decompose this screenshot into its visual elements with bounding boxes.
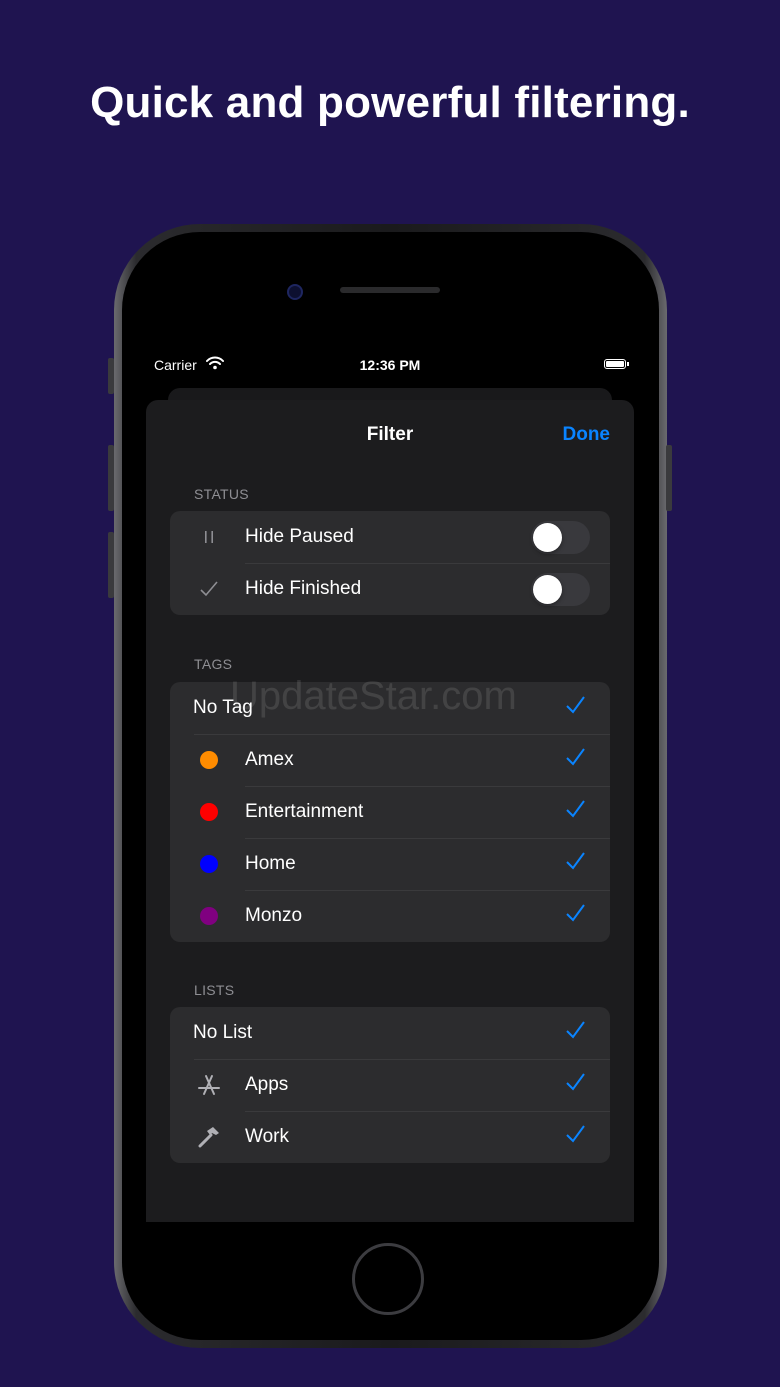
list-row-apps[interactable]: Apps: [170, 1059, 610, 1111]
hide-paused-row[interactable]: Hide Paused: [170, 511, 610, 563]
list-row-work[interactable]: Work: [170, 1111, 610, 1163]
tags-group: No Tag Amex Entertainment Home Monzo: [170, 682, 610, 942]
checkmark-icon: [564, 746, 586, 773]
hide-paused-toggle[interactable]: [531, 521, 590, 554]
list-label: No List: [193, 1022, 253, 1043]
tag-label: Home: [245, 853, 296, 874]
checkmark-icon: [564, 1019, 586, 1046]
lists-section-header: LISTS: [194, 982, 235, 998]
front-camera: [287, 284, 303, 300]
volume-down-button: [108, 532, 114, 598]
hammer-icon: [194, 1125, 224, 1149]
filter-sheet: Filter Done STATUS Hide Paused Hide Fini…: [146, 400, 634, 1222]
checkmark-icon: [564, 1123, 586, 1150]
done-button[interactable]: Done: [563, 424, 611, 446]
checkmark-icon: [564, 1071, 586, 1098]
list-row-no-list[interactable]: No List: [170, 1007, 610, 1059]
status-section-header: STATUS: [194, 486, 249, 502]
phone-screen: Carrier 12:36 PM Filter Done STATUS Hide…: [144, 352, 636, 1222]
home-button[interactable]: [352, 1243, 424, 1315]
checkmark-icon: [564, 694, 586, 721]
status-time: 12:36 PM: [359, 357, 421, 373]
mute-switch: [108, 358, 114, 394]
list-label: Work: [245, 1126, 289, 1147]
list-label: Apps: [245, 1074, 289, 1095]
tag-label: Amex: [245, 749, 294, 770]
tags-section-header: TAGS: [194, 656, 233, 672]
volume-up-button: [108, 445, 114, 511]
earpiece-speaker: [340, 287, 440, 293]
tag-color-dot: [194, 852, 224, 876]
pause-icon: [194, 525, 224, 549]
tag-color-dot: [194, 748, 224, 772]
tag-label: Monzo: [245, 905, 303, 926]
tag-row-home[interactable]: Home: [170, 838, 610, 890]
headline: Quick and powerful filtering.: [90, 78, 690, 127]
lists-group: No List Apps Work: [170, 1007, 610, 1163]
checkmark-icon: [564, 902, 586, 929]
checkmark-icon: [194, 577, 224, 601]
tag-color-dot: [194, 904, 224, 928]
battery-icon: [604, 359, 626, 369]
status-group: Hide Paused Hide Finished: [170, 511, 610, 615]
checkmark-icon: [564, 850, 586, 877]
power-button: [666, 445, 672, 511]
app-store-icon: [194, 1073, 224, 1097]
hide-finished-row[interactable]: Hide Finished: [170, 563, 610, 615]
tag-row-no-tag[interactable]: No Tag: [170, 682, 610, 734]
hide-paused-label: Hide Paused: [245, 526, 354, 547]
hide-finished-toggle[interactable]: [531, 573, 590, 606]
tag-row-amex[interactable]: Amex: [170, 734, 610, 786]
tag-row-entertainment[interactable]: Entertainment: [170, 786, 610, 838]
tag-color-dot: [194, 800, 224, 824]
nav-title: Filter: [366, 424, 414, 445]
tag-label: No Tag: [193, 697, 253, 718]
status-bar: Carrier 12:36 PM: [144, 352, 636, 378]
tag-label: Entertainment: [245, 801, 364, 822]
tag-row-monzo[interactable]: Monzo: [170, 890, 610, 942]
hide-finished-label: Hide Finished: [245, 578, 362, 599]
checkmark-icon: [564, 798, 586, 825]
